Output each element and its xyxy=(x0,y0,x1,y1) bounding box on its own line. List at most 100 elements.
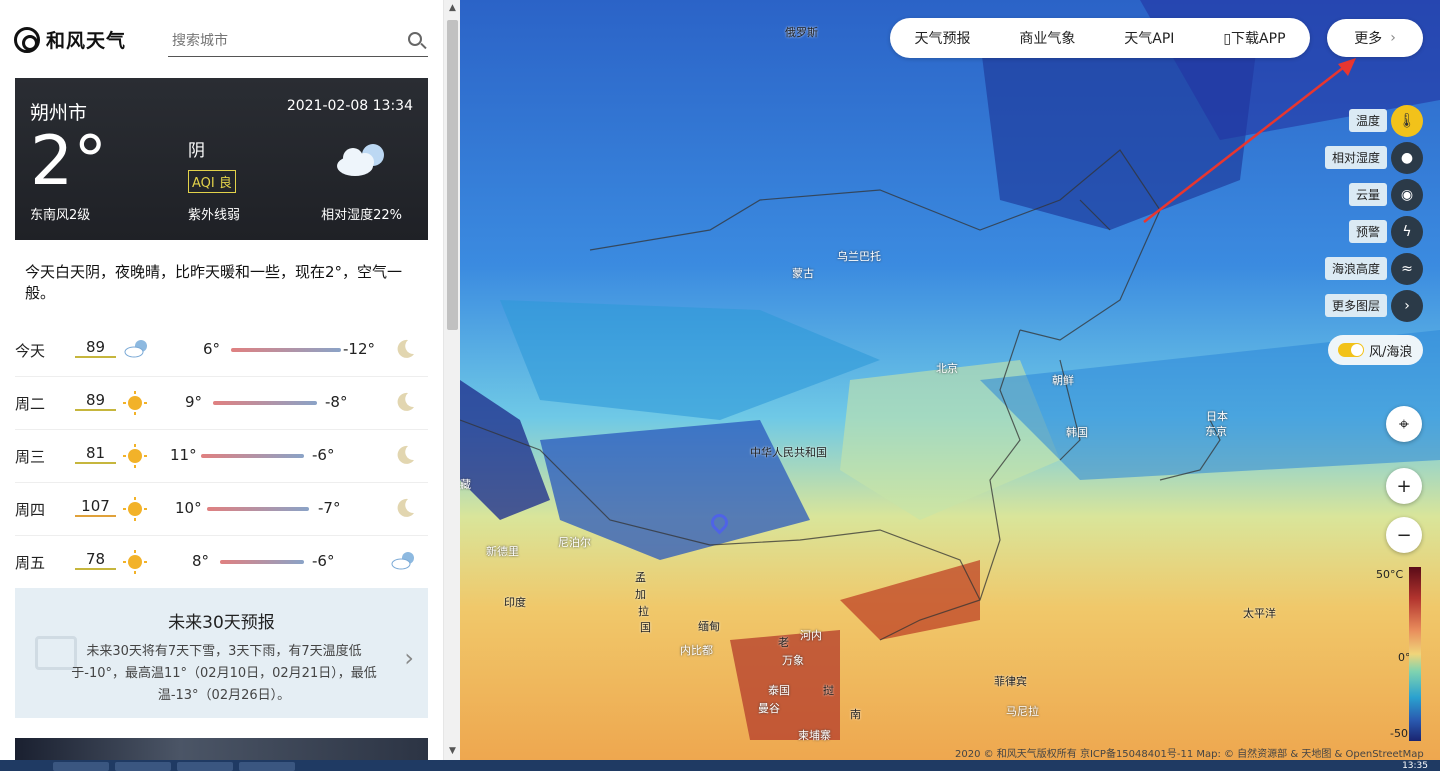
day-name: 周三 xyxy=(15,448,46,466)
day-high: 6° xyxy=(203,340,221,358)
day-high: 9° xyxy=(185,393,203,411)
day-name: 周二 xyxy=(15,395,46,413)
droplet-icon[interactable]: ● xyxy=(1391,141,1423,174)
logo-icon xyxy=(14,26,40,53)
layer-wave-height[interactable]: 海浪高度 ≈ xyxy=(1324,250,1423,287)
brand-logo[interactable]: 和风天气 xyxy=(14,26,126,53)
forecast-30-day-card[interactable]: 未来30天预报 未来30天将有7天下雪，3天下雨，有7天温度低于-10°，最高温… xyxy=(15,588,428,718)
day-low: -8° xyxy=(325,393,348,411)
map-label: 缅甸 xyxy=(698,620,720,633)
layer-switcher: 温度 🌡 相对湿度 ● 云量 ◉ 预警 ϟ 海浪高度 ≈ 更多图层 › xyxy=(1324,102,1423,324)
forecast-row[interactable]: 周三 81 11° -6° xyxy=(15,430,428,483)
scroll-thumb[interactable] xyxy=(447,20,458,330)
nav-weather-api[interactable]: 天气API xyxy=(1124,28,1174,48)
map-label: 韩国 xyxy=(1066,426,1088,439)
left-panel-scrollbar[interactable]: ▲ ▼ xyxy=(443,0,460,760)
map-label: 国 xyxy=(640,621,651,634)
layer-more[interactable]: 更多图层 › xyxy=(1324,287,1423,324)
legend-max: 50°C xyxy=(1376,568,1404,581)
day-aqi: 78 xyxy=(75,550,116,570)
search-icon[interactable] xyxy=(408,32,422,46)
day-low: -7° xyxy=(318,499,341,517)
chevron-right-icon[interactable]: › xyxy=(1391,289,1423,322)
moon-icon xyxy=(397,445,414,464)
phone-icon: ▯ xyxy=(1223,31,1232,47)
map-copyright: 2020 © 和风天气版权所有 京ICP备15048401号-11 Map: ©… xyxy=(955,749,1424,760)
zoom-in-button[interactable]: + xyxy=(1386,468,1422,504)
day-aqi: 81 xyxy=(75,444,116,464)
moon-icon xyxy=(397,339,414,358)
wave-icon[interactable]: ≈ xyxy=(1391,252,1423,285)
temp-range-bar xyxy=(207,507,309,511)
temp-range-bar xyxy=(201,454,304,458)
map-label: 加 xyxy=(635,588,646,601)
wind-wave-toggle[interactable]: 风/海浪 xyxy=(1328,335,1423,365)
more-button[interactable]: 更多 › xyxy=(1327,19,1423,57)
map-label: 中华人民共和国 xyxy=(750,446,827,459)
taskbar-app[interactable] xyxy=(53,762,109,771)
day-low: -6° xyxy=(312,552,335,570)
taskbar-app[interactable] xyxy=(177,762,233,771)
wind-info: 东南风2级 xyxy=(30,208,91,223)
brand-name: 和风天气 xyxy=(46,30,127,52)
temperature-legend: 50°C 0°C -50°C xyxy=(1368,565,1440,745)
search-input[interactable] xyxy=(168,25,388,55)
map-label: 南 xyxy=(850,708,861,721)
moon-icon xyxy=(397,392,414,411)
location-icon: ⌖ xyxy=(1398,413,1410,435)
temp-range-bar xyxy=(220,560,304,564)
day-high: 10° xyxy=(175,499,202,517)
forecast-row[interactable]: 今天 89 6° -12° xyxy=(15,324,428,377)
toggle-label: 风/海浪 xyxy=(1369,344,1413,360)
cloudy-icon xyxy=(124,340,147,358)
scroll-down-icon[interactable]: ▼ xyxy=(444,743,461,760)
weather-summary: 今天白天阴，夜晚晴，比昨天暖和一些，现在2°，空气一般。 xyxy=(25,263,403,302)
map-label: 藏 xyxy=(460,478,471,491)
sun-icon xyxy=(123,444,147,468)
taskbar-app[interactable] xyxy=(239,762,295,771)
current-weather-card: 朔州市 2021-02-08 13:34 2° 阴 AQI 良 东南风2级 紫外… xyxy=(15,78,428,240)
scroll-up-icon[interactable]: ▲ xyxy=(444,0,461,17)
chevron-right-icon: › xyxy=(1390,30,1396,46)
taskbar-app[interactable] xyxy=(115,762,171,771)
nav-commercial-weather[interactable]: 商业气象 xyxy=(1019,28,1075,48)
layer-temperature[interactable]: 温度 🌡 xyxy=(1325,102,1423,139)
left-panel: 和风天气 朔州市 2021-02-08 13:34 2° 阴 AQI 良 东南风… xyxy=(0,0,460,771)
nav-weather-forecast[interactable]: 天气预报 xyxy=(914,28,970,48)
chevron-right-icon[interactable]: › xyxy=(404,644,414,672)
forecast-row[interactable]: 周四 107 10° -7° xyxy=(15,483,428,536)
thermometer-icon[interactable]: 🌡 xyxy=(1391,104,1423,137)
map-label: 曼谷 xyxy=(758,702,780,715)
sun-icon xyxy=(123,550,147,574)
forecast-row[interactable]: 周二 89 9° -8° xyxy=(15,377,428,430)
map-label: 日本 xyxy=(1206,410,1228,423)
moon-icon xyxy=(397,498,414,517)
taskbar-clock: 13:35 xyxy=(1402,761,1428,771)
lightning-icon[interactable]: ϟ xyxy=(1391,215,1423,248)
toggle-switch[interactable] xyxy=(1338,343,1364,357)
map-label: 内比都 xyxy=(680,644,713,657)
top-navigation: 天气预报 商业气象 天气API ▯下载APP xyxy=(890,18,1310,58)
current-condition: 阴 xyxy=(188,141,205,161)
day-name: 周四 xyxy=(15,501,46,519)
map-label: 新德里 xyxy=(486,545,519,558)
locate-button[interactable]: ⌖ xyxy=(1386,406,1422,442)
layer-humidity[interactable]: 相对湿度 ● xyxy=(1324,139,1423,176)
day-high: 11° xyxy=(170,446,197,464)
map-label: 拉 xyxy=(638,605,649,618)
nav-download-app[interactable]: ▯下载APP xyxy=(1223,28,1285,48)
aqi-badge[interactable]: AQI 良 xyxy=(188,170,236,193)
map-label: 东京 xyxy=(1205,425,1227,438)
cloudy-icon xyxy=(391,552,414,570)
forecast-row[interactable]: 周五 78 8° -6° xyxy=(15,536,428,589)
zoom-out-button[interactable]: − xyxy=(1386,517,1422,553)
uv-info: 紫外线弱 xyxy=(188,208,241,223)
layer-cloud[interactable]: 云量 ◉ xyxy=(1325,176,1423,213)
day-aqi: 107 xyxy=(75,497,116,517)
layer-warning[interactable]: 预警 ϟ xyxy=(1325,213,1423,250)
minus-icon: − xyxy=(1396,524,1412,546)
cloudy-icon xyxy=(337,144,384,176)
more-label: 更多 xyxy=(1354,31,1383,47)
humidity-info: 相对湿度22% xyxy=(321,208,402,223)
eye-icon[interactable]: ◉ xyxy=(1391,178,1423,211)
